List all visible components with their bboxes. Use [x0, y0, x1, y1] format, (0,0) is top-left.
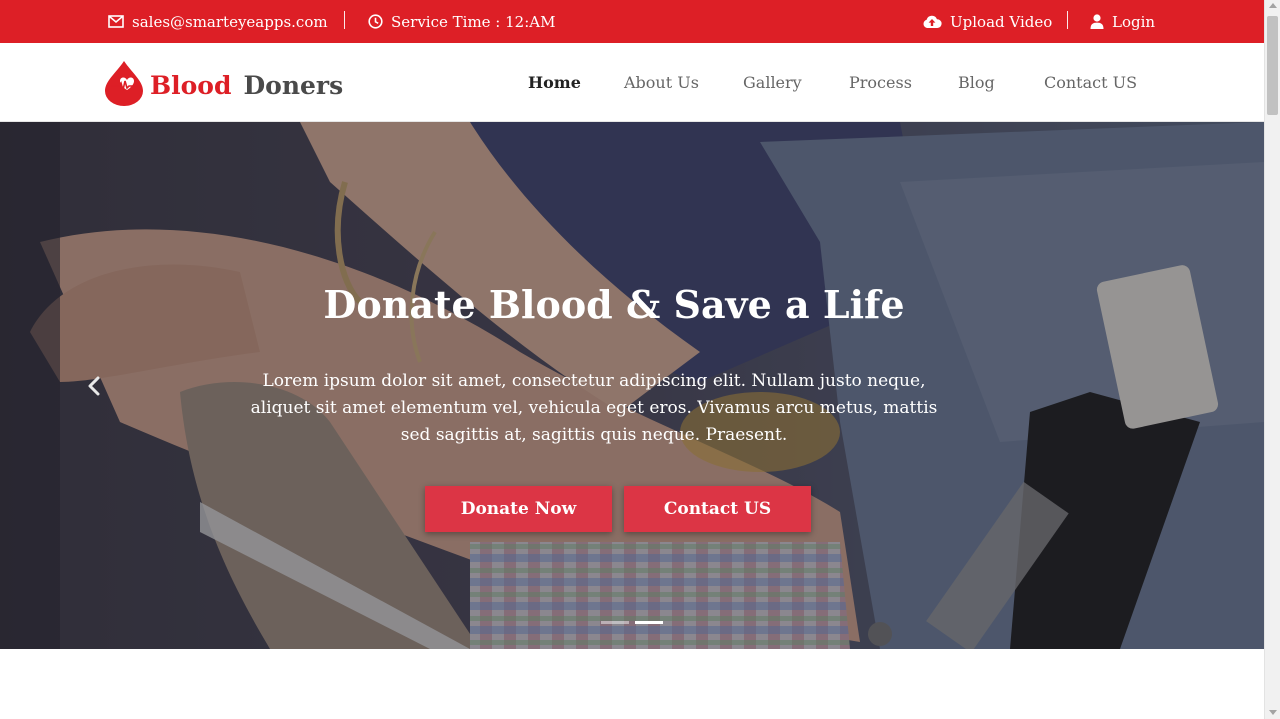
- scroll-thumb[interactable]: [1267, 16, 1278, 115]
- service-time: Service Time : 12:AM: [368, 0, 555, 43]
- main-navbar: Blood Doners Home About Us Gallery Proce…: [0, 43, 1264, 122]
- blood-drop-heartbeat-icon: [102, 59, 146, 111]
- nav-contact-us[interactable]: Contact US: [1044, 73, 1137, 92]
- divider: [344, 11, 345, 29]
- upload-video-label: Upload Video: [950, 12, 1053, 31]
- user-icon: [1090, 14, 1104, 29]
- clock-icon: [368, 14, 383, 29]
- carousel-indicator-1[interactable]: [601, 621, 629, 624]
- nav-process[interactable]: Process: [849, 73, 912, 92]
- envelope-icon: [108, 15, 124, 28]
- email-text: sales@smarteyeapps.com: [132, 12, 328, 31]
- cloud-upload-icon: [922, 14, 942, 29]
- hero-carousel: Donate Blood & Save a Life Lorem ipsum d…: [0, 122, 1264, 649]
- chevron-left-icon[interactable]: [86, 374, 102, 402]
- brand-name-first: Blood: [150, 70, 232, 100]
- brand-logo[interactable]: Blood Doners: [102, 59, 343, 111]
- nav-blog[interactable]: Blog: [958, 73, 995, 92]
- login-label: Login: [1112, 12, 1156, 31]
- scroll-up-arrow-icon[interactable]: [1269, 3, 1277, 8]
- hero-description: Lorem ipsum dolor sit amet, consectetur …: [250, 371, 938, 445]
- upload-video-link[interactable]: Upload Video: [922, 0, 1052, 43]
- carousel-indicator-2[interactable]: [635, 621, 663, 624]
- brand-name-second: Doners: [243, 70, 344, 100]
- hero-title: Donate Blood & Save a Life: [323, 282, 905, 327]
- scroll-down-arrow-icon[interactable]: [1269, 710, 1277, 715]
- top-bar: sales@smarteyeapps.com Service Time : 12…: [0, 0, 1264, 43]
- donate-now-button[interactable]: Donate Now: [425, 486, 612, 532]
- service-time-text: Service Time : 12:AM: [391, 12, 556, 31]
- login-link[interactable]: Login: [1090, 0, 1155, 43]
- nav-home[interactable]: Home: [528, 73, 581, 92]
- nav-about-us[interactable]: About Us: [624, 73, 699, 92]
- page-scrollbar[interactable]: [1264, 0, 1280, 719]
- contact-us-button[interactable]: Contact US: [624, 486, 811, 532]
- email-contact[interactable]: sales@smarteyeapps.com: [108, 0, 328, 43]
- nav-gallery[interactable]: Gallery: [743, 73, 802, 92]
- divider: [1067, 11, 1068, 29]
